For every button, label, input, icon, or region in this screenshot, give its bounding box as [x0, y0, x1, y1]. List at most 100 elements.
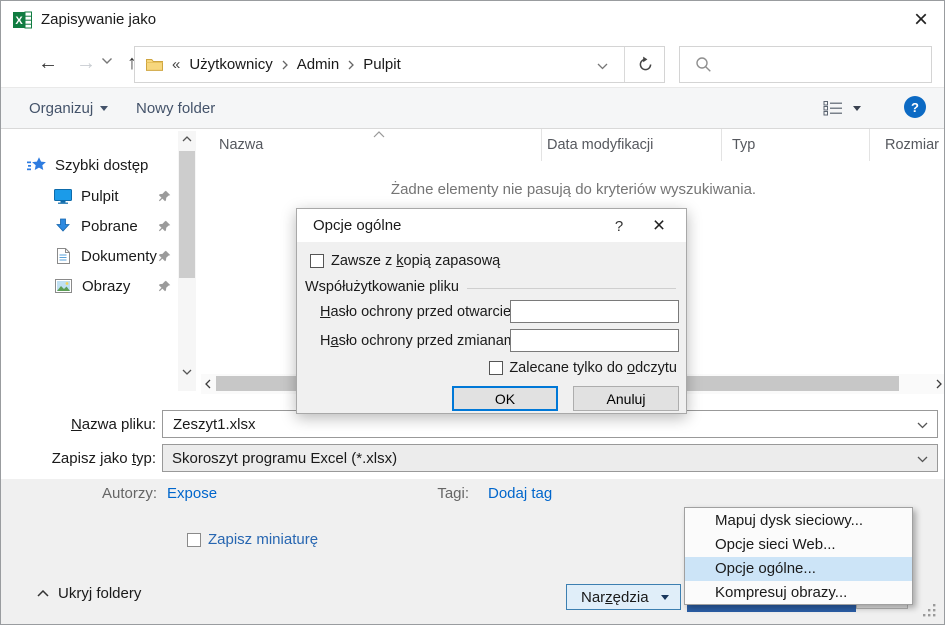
save-as-window: X Zapisywanie jako × ← → ↑ « Użytkownicy… — [0, 0, 945, 625]
sidebar-item-label: Szybki dostęp — [55, 157, 148, 174]
pin-icon — [158, 219, 172, 233]
filename-label: Nazwa pliku: — [16, 416, 156, 433]
chevron-down-icon — [853, 106, 861, 111]
menu-item-opcje-ogolne[interactable]: Opcje ogólne... — [685, 557, 912, 581]
details-view-icon — [823, 100, 843, 116]
documents-icon — [56, 248, 70, 264]
history-chevron-icon[interactable] — [101, 57, 119, 71]
sidebar-item-quick-access[interactable]: Szybki dostęp — [1, 151, 179, 179]
backup-copy-checkbox[interactable] — [310, 254, 324, 268]
back-button[interactable]: ← — [35, 50, 61, 76]
dialog-help-button[interactable]: ? — [607, 214, 631, 238]
save-as-type-combobox[interactable]: Skoroszyt programu Excel (*.xlsx) — [162, 444, 938, 472]
password-change-input[interactable] — [510, 329, 679, 352]
authors-label: Autorzy: — [41, 485, 157, 502]
command-bar: Organizuj Nowy folder ? — [1, 87, 944, 129]
group-divider — [467, 288, 676, 289]
sidebar-item-pulpit[interactable]: Pulpit — [1, 182, 179, 210]
readonly-recommended-checkbox[interactable] — [489, 361, 503, 375]
save-as-type-label: Zapisz jako typ: — [16, 450, 156, 467]
sidebar-item-label: Pulpit — [81, 188, 119, 205]
column-divider[interactable] — [721, 129, 722, 161]
sidebar-item-label: Pobrane — [81, 218, 138, 235]
folder-icon — [146, 58, 163, 71]
breadcrumb-item-admin[interactable]: Admin — [297, 56, 340, 73]
file-sharing-group-label: Współużytkowanie pliku — [305, 279, 459, 295]
filename-input[interactable] — [171, 412, 891, 436]
column-header-nazwa[interactable]: Nazwa — [219, 137, 263, 153]
tools-context-menu: Mapuj dysk sieciowy... Opcje sieci Web..… — [684, 507, 913, 605]
window-close-button[interactable]: × — [904, 3, 938, 37]
filename-combobox[interactable] — [162, 410, 938, 438]
scrollbar-thumb[interactable] — [179, 151, 195, 278]
excel-app-icon: X — [13, 11, 32, 29]
readonly-recommended-label: Zalecane tylko do odczytu — [509, 360, 677, 376]
chevron-up-icon — [37, 590, 49, 597]
help-button[interactable]: ? — [904, 96, 926, 118]
tools-button[interactable]: Narzędzia — [566, 584, 681, 610]
sidebar-item-label: Dokumenty — [81, 248, 157, 265]
save-thumbnail-checkbox[interactable] — [187, 533, 201, 547]
breadcrumb-separator-icon — [348, 60, 354, 70]
sidebar-item-obrazy[interactable]: Obrazy — [1, 272, 179, 300]
pin-icon — [158, 189, 172, 203]
password-open-label: Hasło ochrony przed otwarciem: — [320, 304, 527, 320]
forward-button: → — [73, 50, 99, 76]
sidebar-scrollbar[interactable] — [178, 131, 196, 391]
authors-value-link[interactable]: Expose — [167, 485, 217, 502]
dialog-close-button[interactable]: × — [644, 211, 674, 241]
password-open-input[interactable] — [510, 300, 679, 323]
svg-text:X: X — [15, 15, 23, 27]
column-divider[interactable] — [541, 129, 542, 161]
new-folder-button[interactable]: Nowy folder — [136, 88, 215, 128]
scroll-up-icon[interactable] — [182, 136, 192, 142]
quick-access-star-icon — [27, 156, 47, 174]
pictures-icon — [55, 279, 72, 293]
sidebar-item-dokumenty[interactable]: Dokumenty — [1, 242, 179, 270]
scroll-left-icon[interactable] — [205, 379, 211, 389]
column-header-typ[interactable]: Typ — [732, 137, 755, 153]
dialog-title-bar: Opcje ogólne ? × — [297, 209, 686, 242]
tools-button-label: Narzędzia — [581, 589, 649, 606]
column-divider[interactable] — [869, 129, 870, 161]
breadcrumb-item-uzytkownicy[interactable]: Użytkownicy — [189, 56, 272, 73]
address-bar[interactable]: « Użytkownicy Admin Pulpit — [134, 46, 665, 83]
window-title: Zapisywanie jako — [41, 11, 156, 28]
pin-icon — [158, 249, 172, 263]
address-dropdown-icon[interactable] — [597, 63, 608, 70]
refresh-button[interactable] — [624, 47, 666, 82]
dialog-title: Opcje ogólne — [313, 217, 401, 234]
view-options-button[interactable] — [823, 94, 861, 122]
hide-folders-button[interactable]: Ukryj foldery — [37, 585, 141, 602]
empty-folder-message: Żadne elementy nie pasują do kryteriów w… — [201, 181, 945, 198]
readonly-recommended-row: Zalecane tylko do odczytu — [489, 360, 677, 376]
desktop-icon — [54, 188, 72, 204]
add-tag-link[interactable]: Dodaj tag — [488, 485, 552, 502]
breadcrumb-separator-icon — [282, 60, 288, 70]
breadcrumb-item-pulpit[interactable]: Pulpit — [363, 56, 401, 73]
ok-button[interactable]: OK — [452, 386, 558, 411]
backup-copy-label: Zawsze z kopią zapasową — [331, 253, 500, 269]
sidebar-item-pobrane[interactable]: Pobrane — [1, 212, 179, 240]
column-header-rozmiar[interactable]: Rozmiar — [869, 137, 939, 153]
breadcrumb: « Użytkownicy Admin Pulpit — [135, 47, 624, 82]
breadcrumb-overflow[interactable]: « — [172, 56, 180, 73]
search-input[interactable] — [679, 46, 932, 83]
title-bar: X Zapisywanie jako × — [1, 1, 944, 41]
menu-item-mapuj-dysk-sieciowy[interactable]: Mapuj dysk sieciowy... — [685, 509, 912, 533]
dialog-cancel-button[interactable]: Anuluj — [573, 386, 679, 411]
menu-item-kompresuj-obrazy[interactable]: Kompresuj obrazy... — [685, 581, 912, 605]
tags-label: Tagi: — [401, 485, 469, 502]
menu-item-opcje-sieci-web[interactable]: Opcje sieci Web... — [685, 533, 912, 557]
scroll-down-icon[interactable] — [182, 369, 192, 375]
chevron-down-icon[interactable] — [917, 422, 928, 429]
search-icon — [695, 56, 712, 73]
scroll-right-icon[interactable] — [936, 379, 942, 389]
navigation-pane: Szybki dostęp Pulpit Pobrane — [1, 129, 201, 396]
downloads-icon — [55, 218, 71, 234]
resize-grip[interactable] — [921, 602, 937, 618]
sidebar-item-label: Obrazy — [82, 278, 130, 295]
chevron-down-icon[interactable] — [917, 456, 928, 463]
organize-button[interactable]: Organizuj — [29, 88, 108, 128]
column-header-data-modyfikacji[interactable]: Data modyfikacji — [547, 137, 653, 153]
